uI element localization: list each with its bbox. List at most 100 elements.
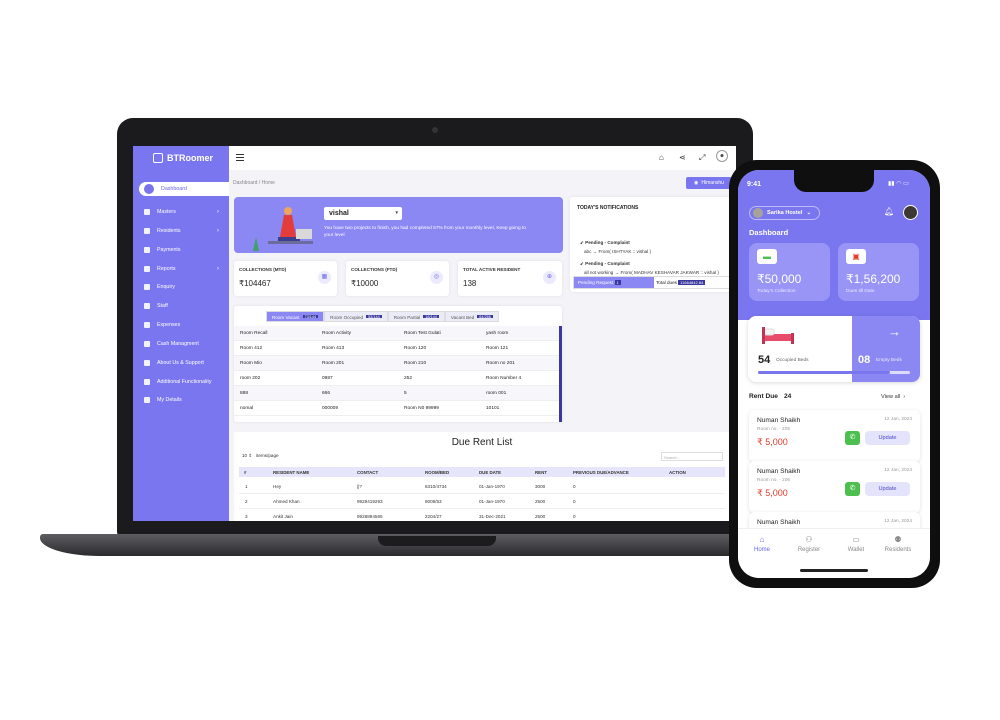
- room-cell: Room Number 4: [486, 375, 522, 381]
- column-header[interactable]: ROOM/BED: [417, 470, 473, 475]
- sidebar-item-label: Additional Functionality: [157, 379, 212, 385]
- column-header[interactable]: CONTACT: [341, 470, 417, 475]
- sidebar-item-payments[interactable]: Payments: [139, 243, 227, 257]
- tab-room-partial[interactable]: Room Partial 18/144: [387, 311, 445, 322]
- room-cell: 0987: [322, 375, 333, 381]
- settings-icon: [144, 397, 150, 403]
- table-row[interactable]: 888 666 5 room 001: [234, 386, 562, 401]
- empty-count: 08: [858, 354, 871, 366]
- view-all-link[interactable]: View all ›: [881, 394, 905, 400]
- nav-label: Home: [753, 547, 770, 553]
- table-row[interactable]: 3 Ankit Jain 9928894565 2204/27 31-Dec-2021 2…: [239, 509, 725, 521]
- nav-wallet[interactable]: ▭ Wallet: [836, 535, 876, 553]
- update-button[interactable]: Update: [865, 482, 910, 496]
- due-card[interactable]: Numan Shaikh 12 Jan, 2024 Room no. - 206…: [749, 461, 920, 513]
- due-card[interactable]: Numan Shaikh 12 Jan, 2024 Room no. - 205…: [749, 410, 920, 462]
- dues-till-date-card[interactable]: ▣ ₹1,56,200 Dues till Date: [838, 243, 919, 301]
- room-cell: Room 412: [240, 345, 263, 351]
- table-row[interactable]: nomal 000009 Room N0 99999 10101: [234, 401, 562, 416]
- room-table-scrollbar[interactable]: [559, 326, 562, 422]
- pending-count-badge: 1: [614, 280, 621, 285]
- table-row[interactable]: Room Recall Room Activity Room Test Gulati…: [234, 326, 562, 341]
- sidebar-item-residents[interactable]: Residents ›: [139, 224, 227, 238]
- nav-label: Register: [797, 547, 821, 553]
- column-header[interactable]: PREVIOUS DUE/ADVANCE: [567, 470, 663, 475]
- pending-request-button[interactable]: Pending Request 1: [574, 277, 654, 288]
- column-header[interactable]: #: [239, 470, 257, 475]
- sidebar-item-reports[interactable]: Reports ›: [139, 262, 227, 276]
- update-button[interactable]: Update: [865, 431, 910, 445]
- table-row[interactable]: 2 Ahmed Khan 9929419293 8009/53 01-Jan-1970 2…: [239, 494, 725, 509]
- sidebar-item-enquiry[interactable]: Enquiry: [139, 280, 227, 294]
- chevron-down-icon: ⌄: [806, 210, 812, 216]
- nav-residents[interactable]: ⚉ Residents: [878, 535, 918, 553]
- cell: Ankit Jain: [273, 513, 293, 519]
- fullscreen-icon[interactable]: ⤢: [699, 153, 705, 163]
- sidebar-item-my-details[interactable]: My Details: [139, 393, 227, 407]
- hostel-name: Sarika Hostel: [767, 210, 803, 216]
- search-input[interactable]: Search...: [661, 452, 723, 461]
- table-row[interactable]: room 202 0987 252 Room Number 4: [234, 371, 562, 386]
- share-icon[interactable]: ⋖: [679, 153, 686, 162]
- column-header[interactable]: ACTION: [663, 470, 713, 475]
- notification-head[interactable]: ➹ Pending - Complaint: [580, 261, 630, 267]
- resident-name: Numan Shaikh: [757, 519, 801, 526]
- todays-collection-card[interactable]: ▬ ₹50,000 Today's Collection: [749, 243, 830, 301]
- menu-icon[interactable]: [236, 154, 244, 155]
- call-icon[interactable]: ✆: [845, 431, 860, 445]
- sidebar-item-staff[interactable]: Staff: [139, 299, 227, 313]
- brand-logo[interactable]: BTRoomer: [153, 153, 213, 163]
- profile-avatar[interactable]: [903, 205, 918, 220]
- column-header[interactable]: RESIDENT NAME: [257, 470, 341, 475]
- home-icon[interactable]: ⌂: [659, 153, 664, 162]
- globe-icon: ⊕: [543, 271, 556, 284]
- sidebar-item-label: About Us & Support: [157, 360, 204, 366]
- room-cell: room 202: [240, 375, 261, 381]
- call-icon[interactable]: ✆: [845, 482, 860, 496]
- cell: 3: [245, 513, 248, 519]
- notification-head[interactable]: ➹ Pending - Complaint: [580, 240, 630, 246]
- table-row[interactable]: 1 Hey ||? 8310/4734 01-Jan-1970 3000 0: [239, 479, 725, 494]
- cell: 1: [245, 483, 248, 489]
- cell: 31-Dec-2021: [479, 513, 506, 519]
- sidebar-item-dashboard[interactable]: Dashboard: [139, 182, 229, 196]
- user-button[interactable]: ◉ Himanshu: [686, 177, 732, 189]
- sidebar-item-about[interactable]: About Us & Support: [139, 356, 227, 370]
- items-per-page[interactable]: 10 ⇕ items/page: [242, 453, 279, 459]
- tab-room-vacant[interactable]: Room Vacant 73/144: [266, 311, 325, 322]
- function-icon: [144, 379, 150, 385]
- column-header[interactable]: RENT: [529, 470, 567, 475]
- laptop-screen: BTRoomer Dashboard Masters › Residents › P…: [133, 146, 736, 521]
- hostel-selector[interactable]: Sarika Hostel ⌄: [749, 206, 821, 220]
- nav-home[interactable]: ⌂ Home: [742, 535, 782, 553]
- due-amount: ₹ 5,000: [757, 437, 788, 447]
- arrow-right-icon[interactable]: →: [888, 324, 901, 339]
- profile-avatar[interactable]: ☻: [716, 150, 728, 162]
- beds-card[interactable]: 54 Occupied Beds → 08 Empty Beds: [748, 316, 920, 382]
- nav-register[interactable]: ⚇ Register: [789, 535, 829, 553]
- card-label: Dues till Date: [846, 289, 875, 294]
- notification-body: all not working → From( MADHAV KESHAVAR …: [584, 270, 719, 275]
- tab-label: Vacant Bed: [450, 315, 475, 320]
- table-row[interactable]: Room 412 Room 413 Room 120 Room 121: [234, 341, 562, 356]
- sidebar-item-additional[interactable]: Additional Functionality: [139, 375, 227, 389]
- stat-value: ₹10000: [351, 279, 379, 288]
- column-header[interactable]: DUE DATE: [473, 470, 529, 475]
- sidebar-item-label: Dashboard: [161, 186, 187, 192]
- select-value: vishal: [329, 210, 349, 217]
- sidebar-item-cash[interactable]: Cash Managment: [139, 337, 227, 351]
- room-cell: Room 121: [486, 345, 509, 351]
- resident-select[interactable]: vishal ▾: [324, 207, 402, 220]
- bell-icon[interactable]: 🔔︎: [884, 207, 894, 216]
- tab-vacant-bed[interactable]: Vacant Bed 64/286: [444, 311, 499, 322]
- cell: ||?: [357, 483, 362, 489]
- table-row[interactable]: Room Mio Room 201 Room 210 Room no 201: [234, 356, 562, 371]
- tab-count-badge: 53/144: [366, 315, 382, 319]
- sidebar-item-expenses[interactable]: Expenses: [139, 318, 227, 332]
- room-cell: Room Recall: [240, 330, 268, 336]
- sidebar-item-masters[interactable]: Masters ›: [139, 205, 227, 219]
- stat-value: 138: [463, 279, 477, 288]
- chevron-right-icon: ›: [217, 266, 219, 272]
- tab-room-occupied[interactable]: Room Occupied 53/144: [324, 311, 388, 322]
- brand-name: BTRoomer: [167, 153, 214, 163]
